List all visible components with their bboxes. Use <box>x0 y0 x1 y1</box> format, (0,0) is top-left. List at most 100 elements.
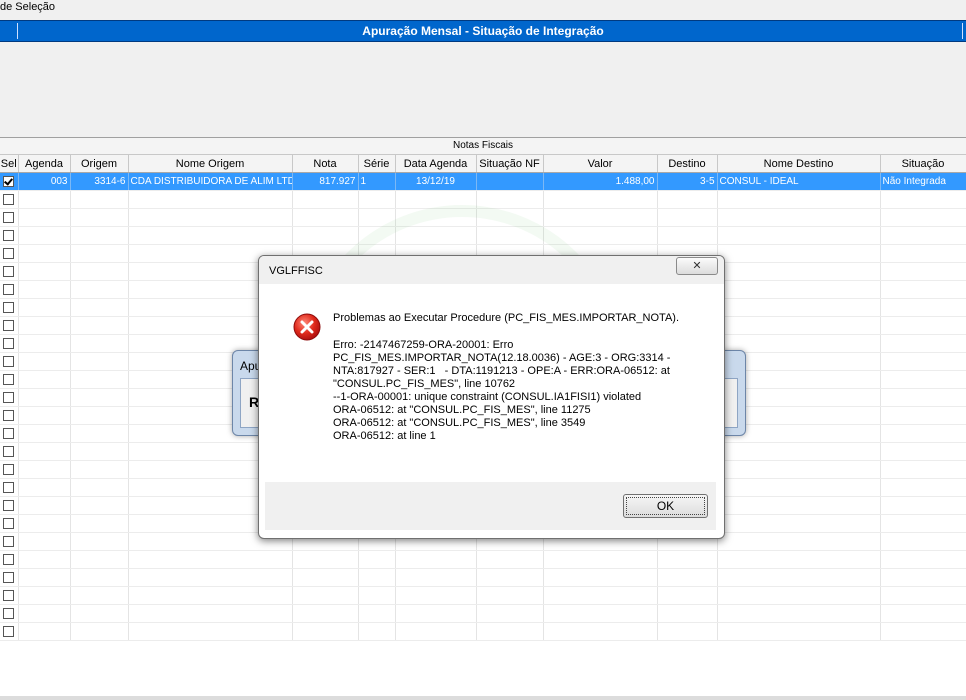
row-checkbox[interactable] <box>3 355 15 367</box>
column-header[interactable]: Sel <box>0 155 19 173</box>
row-checkbox[interactable] <box>3 427 15 439</box>
table-cell <box>18 442 71 461</box>
error-dialog-titlebar[interactable]: VGLFFISC ✕ <box>259 256 724 284</box>
column-header[interactable]: Situação NF <box>476 155 544 173</box>
row-checkbox[interactable] <box>3 481 15 493</box>
cell-situacao: Não Integrada <box>880 172 966 191</box>
sel-cell[interactable] <box>0 352 19 371</box>
sel-cell[interactable] <box>0 442 19 461</box>
sel-cell[interactable] <box>0 478 19 497</box>
table-row[interactable] <box>0 550 966 569</box>
table-row[interactable] <box>0 208 966 227</box>
column-header[interactable]: Nome Origem <box>128 155 293 173</box>
table-row[interactable] <box>0 190 966 209</box>
row-checkbox[interactable] <box>3 445 15 457</box>
sel-cell[interactable] <box>0 190 19 209</box>
table-row[interactable] <box>0 604 966 623</box>
row-checkbox[interactable] <box>3 175 15 187</box>
table-cell <box>18 622 71 641</box>
sel-cell[interactable] <box>0 460 19 479</box>
table-cell <box>880 208 966 227</box>
table-cell <box>70 226 129 245</box>
sel-cell[interactable] <box>0 280 19 299</box>
table-cell <box>70 496 129 515</box>
row-checkbox[interactable] <box>3 373 15 385</box>
sel-cell[interactable] <box>0 298 19 317</box>
table-cell <box>717 514 881 533</box>
table-cell <box>880 514 966 533</box>
row-checkbox[interactable] <box>3 625 15 637</box>
sel-cell[interactable] <box>0 424 19 443</box>
table-cell <box>292 586 359 605</box>
sel-cell[interactable] <box>0 208 19 227</box>
column-header[interactable]: Nota <box>292 155 359 173</box>
table-cell <box>543 568 658 587</box>
row-checkbox[interactable] <box>3 229 15 241</box>
sel-cell[interactable] <box>0 604 19 623</box>
table-cell <box>476 208 544 227</box>
column-header[interactable]: Série <box>358 155 396 173</box>
row-checkbox[interactable] <box>3 535 15 547</box>
row-checkbox[interactable] <box>3 499 15 511</box>
table-cell <box>18 262 71 281</box>
table-row-selected[interactable]: 003 3314-6 CDA DISTRIBUIDORA DE ALIM LTD… <box>0 172 966 191</box>
row-checkbox[interactable] <box>3 589 15 601</box>
sel-cell[interactable] <box>0 262 19 281</box>
sel-cell[interactable] <box>0 622 19 641</box>
row-checkbox[interactable] <box>3 247 15 259</box>
sel-cell[interactable] <box>0 226 19 245</box>
row-checkbox[interactable] <box>3 607 15 619</box>
sel-cell[interactable] <box>0 550 19 569</box>
sel-cell[interactable] <box>0 388 19 407</box>
row-checkbox[interactable] <box>3 301 15 313</box>
sel-cell[interactable] <box>0 244 19 263</box>
ok-button[interactable]: OK <box>623 494 708 518</box>
table-cell <box>358 568 396 587</box>
sel-cell[interactable] <box>0 514 19 533</box>
row-checkbox[interactable] <box>3 337 15 349</box>
row-checkbox[interactable] <box>3 265 15 277</box>
error-headline: Problemas ao Executar Procedure (PC_FIS_… <box>333 312 680 324</box>
sel-cell[interactable] <box>0 172 19 191</box>
row-checkbox[interactable] <box>3 553 15 565</box>
table-row[interactable] <box>0 622 966 641</box>
sel-cell[interactable] <box>0 568 19 587</box>
row-checkbox[interactable] <box>3 283 15 295</box>
row-checkbox[interactable] <box>3 463 15 475</box>
table-cell <box>717 478 881 497</box>
table-cell <box>292 550 359 569</box>
table-cell <box>543 622 658 641</box>
sel-cell[interactable] <box>0 496 19 515</box>
row-checkbox[interactable] <box>3 517 15 529</box>
sel-cell[interactable] <box>0 370 19 389</box>
row-checkbox[interactable] <box>3 409 15 421</box>
table-row[interactable] <box>0 586 966 605</box>
row-checkbox[interactable] <box>3 391 15 403</box>
table-cell <box>70 550 129 569</box>
row-checkbox[interactable] <box>3 571 15 583</box>
error-message: Problemas ao Executar Procedure (PC_FIS_… <box>333 312 703 443</box>
table-row[interactable] <box>0 226 966 245</box>
column-header[interactable]: Agenda <box>18 155 71 173</box>
sel-cell[interactable] <box>0 334 19 353</box>
sel-cell[interactable] <box>0 316 19 335</box>
sel-cell[interactable] <box>0 586 19 605</box>
row-checkbox[interactable] <box>3 193 15 205</box>
sel-cell[interactable] <box>0 532 19 551</box>
column-header[interactable]: Nome Destino <box>717 155 881 173</box>
table-cell <box>70 406 129 425</box>
error-detail-line: ORA-06512: at "CONSUL.PC_FIS_MES", line … <box>333 417 586 429</box>
row-checkbox[interactable] <box>3 319 15 331</box>
column-header[interactable]: Valor <box>543 155 658 173</box>
close-button[interactable]: ✕ <box>676 257 718 275</box>
table-cell <box>717 568 881 587</box>
row-checkbox[interactable] <box>3 211 15 223</box>
table-row[interactable] <box>0 568 966 587</box>
column-header[interactable]: Situação <box>880 155 966 173</box>
column-header[interactable]: Destino <box>657 155 718 173</box>
sel-cell[interactable] <box>0 406 19 425</box>
table-cell <box>70 370 129 389</box>
column-header[interactable]: Data Agenda <box>395 155 477 173</box>
page-title-banner: Apuração Mensal - Situação de Integração <box>0 20 966 42</box>
column-header[interactable]: Origem <box>70 155 129 173</box>
